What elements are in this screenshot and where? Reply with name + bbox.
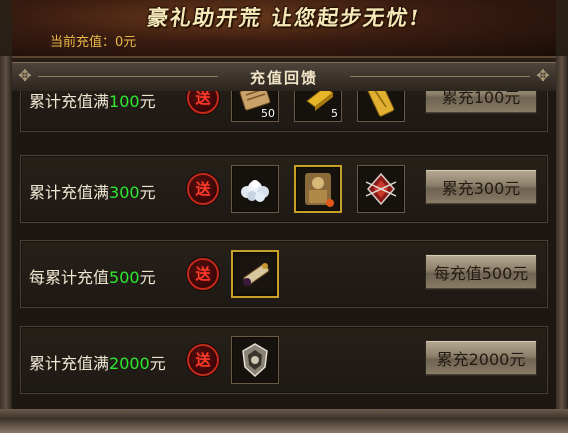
claim-button[interactable]: 每充值500元	[425, 254, 537, 290]
corner-ornament-icon: ✥	[536, 66, 550, 85]
gift-badge: 送	[187, 344, 219, 376]
frame-bottom-border	[0, 409, 568, 433]
frame-rail-right	[556, 56, 568, 416]
silver-crest-icon	[242, 343, 268, 378]
section-titlebar: ✥ 充值回馈 ✥	[12, 62, 556, 92]
claim-button[interactable]: 累充300元	[425, 169, 537, 205]
golden-warrior-icon	[305, 173, 334, 207]
golden-scroll-icon	[365, 91, 395, 117]
current-recharge-text: 当前充值：0元	[50, 35, 137, 50]
reward-item-slot[interactable]	[357, 91, 405, 122]
promo-banner: 豪礼助开荒 让您起步无忧! 当前充值：0元	[12, 0, 556, 58]
reward-row: 累计充值满300元 送 累充300元	[20, 155, 548, 223]
recharge-reward-panel: 豪礼助开荒 让您起步无忧! 当前充值：0元 ✥ 充值回馈 ✥ 累计充值满100元…	[0, 0, 568, 433]
claim-button[interactable]: 累充2000元	[425, 340, 537, 376]
claim-button[interactable]: 累充100元	[425, 91, 537, 114]
gift-badge: 送	[187, 91, 219, 114]
reward-row: 累计充值满100元 送 50 5 累充100元	[20, 91, 548, 132]
silver-pile-icon	[241, 180, 269, 202]
reward-item-slot[interactable]: 50	[231, 91, 279, 122]
reward-item-slot[interactable]	[231, 250, 279, 298]
reward-condition: 累计充值满300元	[29, 183, 156, 202]
reward-condition: 累计充值满2000元	[29, 354, 166, 373]
reward-item-slot[interactable]	[231, 165, 279, 213]
reward-condition: 每累计充值500元	[29, 268, 156, 287]
section-title: 充值回馈	[249, 69, 318, 87]
reward-item-slot[interactable]	[231, 336, 279, 384]
treasure-scroll-icon	[237, 256, 273, 292]
item-count: 50	[261, 107, 275, 120]
gift-badge: 送	[187, 258, 219, 290]
banner-slogan: 豪礼助开荒 让您起步无忧!	[145, 5, 423, 30]
frame-rail-left	[0, 56, 12, 416]
red-emblem-icon	[365, 172, 397, 206]
titlebar-divider	[350, 76, 530, 77]
reward-condition: 累计充值满100元	[29, 92, 156, 111]
reward-item-slot[interactable]	[294, 165, 342, 213]
reward-item-slot[interactable]	[357, 165, 405, 213]
reward-row: 每累计充值500元 送 每充值500元	[20, 240, 548, 308]
item-count: 5	[331, 107, 338, 120]
reward-item-slot[interactable]: 5	[294, 91, 342, 122]
gift-badge: 送	[187, 173, 219, 205]
reward-list[interactable]: 累计充值满100元 送 50 5 累充100元 累计充值满300元 送 累充30…	[12, 91, 556, 409]
reward-row: 累计充值满2000元 送 累充2000元	[20, 326, 548, 394]
